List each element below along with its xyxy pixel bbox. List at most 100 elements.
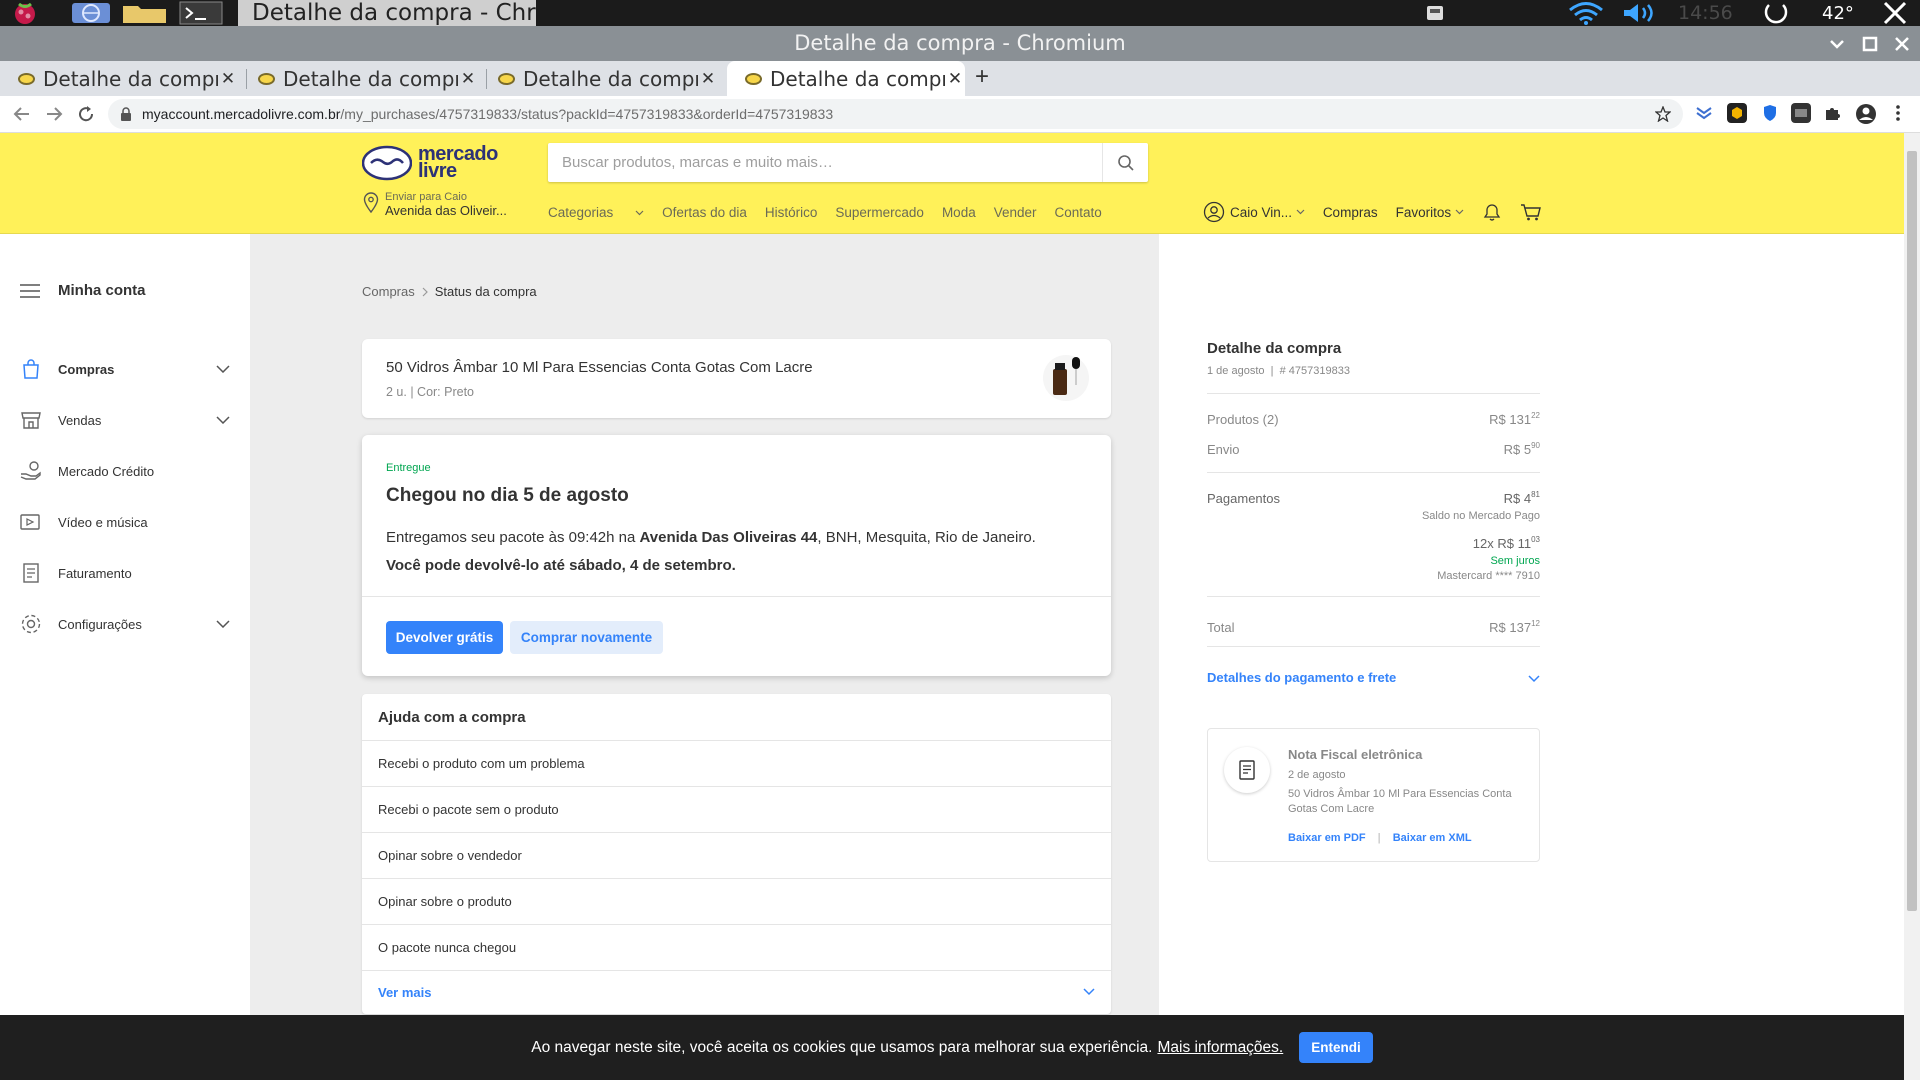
extension-shield-icon[interactable] (1760, 103, 1780, 123)
total-cents: 12 (1531, 619, 1540, 628)
close-window-icon[interactable] (1893, 35, 1911, 53)
reload-icon[interactable] (76, 104, 96, 124)
forward-icon[interactable] (44, 104, 64, 124)
sidebar-header[interactable]: Minha conta (20, 282, 146, 299)
wifi-icon[interactable] (1566, 1, 1606, 25)
tab-close-icon[interactable]: ✕ (698, 69, 718, 89)
extension-chevrons-icon[interactable] (1694, 103, 1714, 123)
account-sidebar: Minha conta Compras Vendas Mercado Crédi… (0, 234, 250, 1080)
file-manager-icon[interactable] (120, 1, 170, 25)
user-avatar-icon (1203, 201, 1225, 223)
nav-fashion[interactable]: Moda (942, 205, 976, 220)
summary-date: 1 de agosto | # 4757319833 (1207, 365, 1350, 377)
nav-contact[interactable]: Contato (1055, 205, 1102, 220)
cookie-accept-button[interactable]: Entendi (1299, 1032, 1373, 1063)
nav-supermarket[interactable]: Supermercado (835, 205, 924, 220)
search-button[interactable] (1102, 143, 1148, 182)
page-scrollbar[interactable] (1904, 133, 1920, 1080)
browser-tab[interactable]: Detalhe da compra ✕ (0, 61, 238, 96)
extension-honey-icon[interactable] (1727, 103, 1747, 123)
browser-tab-active[interactable]: Detalhe da compra ✕ (727, 61, 965, 96)
sidebar-item-configuracoes[interactable]: Configurações (20, 607, 230, 641)
sidebar-item-label: Faturamento (58, 565, 132, 581)
payment1-cents: 81 (1531, 490, 1540, 499)
return-deadline: Você pode devolvê-lo até sábado, 4 de se… (386, 557, 736, 574)
download-xml-link[interactable]: Baixar em XML (1393, 832, 1472, 844)
site-header: mercadolivre Enviar para Caio Avenida da… (0, 133, 1904, 234)
sidebar-item-vendas[interactable]: Vendas (20, 403, 230, 437)
cart-icon[interactable] (1520, 202, 1542, 222)
tab-close-icon[interactable]: ✕ (945, 69, 965, 89)
product-title[interactable]: 50 Vidros Âmbar 10 Ml Para Essencias Con… (386, 359, 1087, 376)
help-item[interactable]: O pacote nunca chegou (362, 925, 1111, 971)
buy-again-button[interactable]: Comprar novamente (510, 621, 663, 654)
mercadolivre-logo[interactable]: mercado livre (362, 144, 498, 181)
shipping-label: Envio (1207, 442, 1240, 457)
product-card[interactable]: 50 Vidros Âmbar 10 Ml Para Essencias Con… (362, 339, 1111, 418)
notifications-bell-icon[interactable] (1482, 202, 1502, 222)
browser-tab[interactable]: Detalhe da compra ✕ (240, 61, 478, 96)
minimize-icon[interactable] (1828, 35, 1846, 53)
help-item[interactable]: Recebi o pacote sem o produto (362, 787, 1111, 833)
payment2-value: 12x R$ 1103 (1473, 535, 1540, 551)
new-tab-icon[interactable]: + (975, 63, 989, 91)
handshake-favicon-icon (258, 72, 275, 85)
terminal-icon[interactable] (178, 1, 224, 25)
nav-sell[interactable]: Vender (994, 205, 1037, 220)
close-app-icon[interactable] (1880, 1, 1910, 25)
browser-menu-icon[interactable] (1888, 103, 1908, 123)
shipping-value: R$ 590 (1504, 441, 1540, 457)
bookmark-star-icon[interactable] (1655, 106, 1671, 122)
tab-close-icon[interactable]: ✕ (218, 69, 238, 89)
products-cents: 22 (1531, 411, 1540, 420)
location-pin-icon (363, 192, 379, 214)
return-free-button[interactable]: Devolver grátis (386, 621, 503, 654)
sidebar-item-faturamento[interactable]: Faturamento (20, 556, 230, 590)
nav-history[interactable]: Histórico (765, 205, 818, 220)
removable-drive-icon[interactable] (1424, 1, 1446, 25)
back-icon[interactable] (12, 104, 32, 124)
sidebar-item-mercado-credito[interactable]: Mercado Crédito (20, 454, 230, 488)
extension-counter-icon[interactable] (1791, 103, 1811, 123)
nav-favorites[interactable]: Favoritos (1396, 205, 1464, 220)
profile-avatar-icon[interactable] (1855, 103, 1876, 124)
scrollbar-thumb[interactable] (1907, 151, 1917, 911)
purchase-detail-panel: Detalhe da compra 1 de agosto | # 475731… (1159, 234, 1904, 1080)
maximize-icon[interactable] (1861, 35, 1879, 53)
chevron-right-icon (422, 287, 428, 296)
download-pdf-link[interactable]: Baixar em PDF (1288, 832, 1366, 844)
see-more-button[interactable]: Ver mais (362, 971, 1111, 1013)
extensions-puzzle-icon[interactable] (1822, 103, 1842, 123)
volume-icon[interactable] (1620, 1, 1662, 25)
nav-purchases[interactable]: Compras (1323, 205, 1378, 220)
window-title: Detalhe da compra - Chromium (794, 31, 1126, 55)
nav-offers[interactable]: Ofertas do dia (662, 205, 747, 220)
product-image[interactable] (1043, 355, 1089, 401)
user-name: Caio Vin... (1230, 204, 1293, 220)
handshake-logo-icon (362, 145, 412, 181)
sidebar-item-video-musica[interactable]: Vídeo e música (20, 505, 230, 539)
taskbar-window-button[interactable]: Detalhe da compra - Chr... (238, 0, 536, 26)
nav-categories[interactable]: Categorias (548, 205, 644, 220)
help-item[interactable]: Opinar sobre o produto (362, 879, 1111, 925)
browser-tab[interactable]: Detalhe da compra ✕ (480, 61, 718, 96)
hamburger-menu-icon[interactable] (20, 283, 40, 298)
search-input[interactable] (548, 143, 1098, 182)
breadcrumb: Compras Status da compra (362, 284, 537, 299)
breadcrumb-compras[interactable]: Compras (362, 284, 415, 299)
help-item[interactable]: Opinar sobre o vendedor (362, 833, 1111, 879)
breadcrumb-current: Status da compra (434, 284, 537, 299)
cookie-more-info-link[interactable]: Mais informações. (1157, 1039, 1283, 1057)
payment-details-toggle[interactable]: Detalhes do pagamento e frete (1207, 670, 1540, 685)
url-field[interactable]: myaccount.mercadolivre.com.br/my_purchas… (108, 99, 1683, 129)
summary-shipping-row: Envio R$ 590 (1207, 441, 1540, 457)
user-menu[interactable]: Caio Vin... (1203, 201, 1305, 223)
power-icon[interactable] (1756, 1, 1796, 25)
browser-launcher-icon[interactable] (68, 1, 114, 25)
summary-total-row: Total R$ 13712 (1207, 619, 1540, 635)
raspberry-menu-icon[interactable] (4, 1, 46, 25)
tab-close-icon[interactable]: ✕ (458, 69, 478, 89)
help-item[interactable]: Recebi o produto com um problema (362, 741, 1111, 787)
shipping-location[interactable]: Enviar para Caio Avenida das Oliveir... (362, 191, 507, 217)
sidebar-item-compras[interactable]: Compras (20, 352, 230, 386)
